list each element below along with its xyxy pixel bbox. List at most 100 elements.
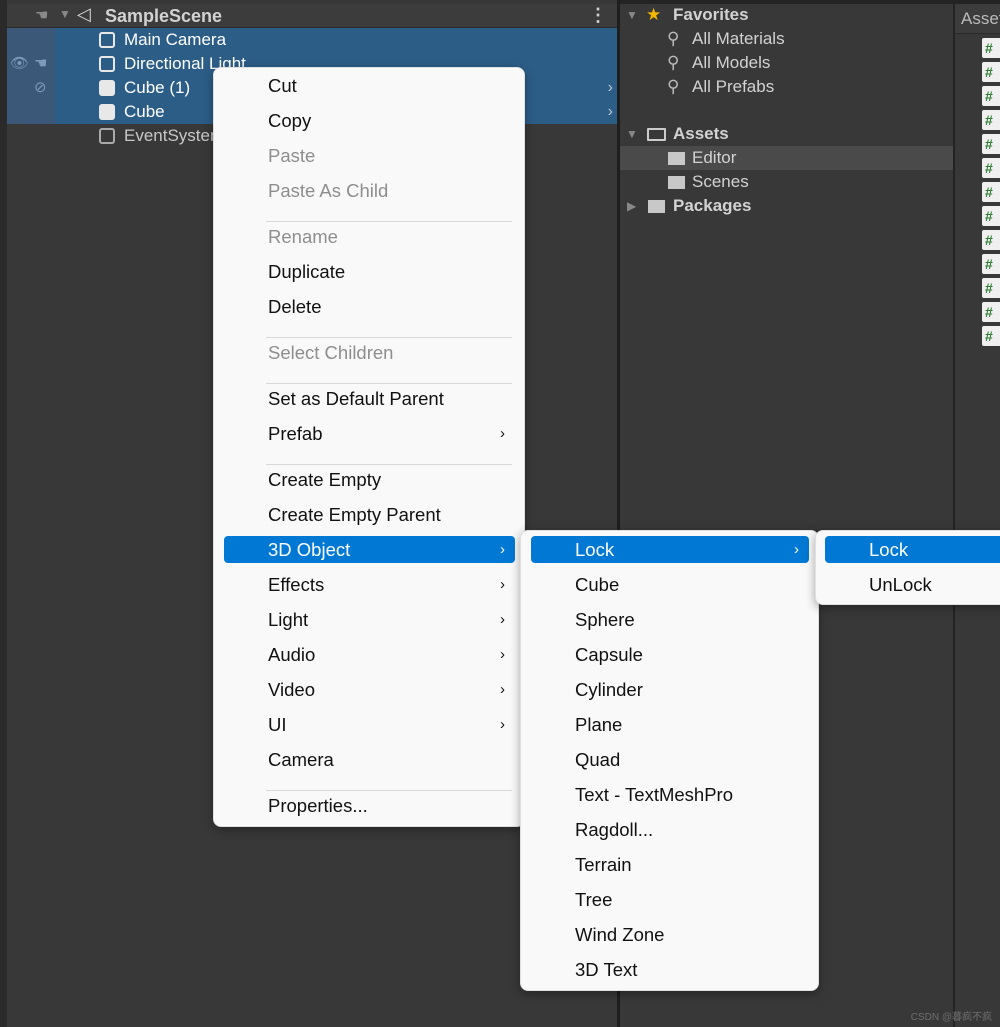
menu-item-label: Capsule — [575, 644, 643, 665]
script-file-icon[interactable]: # — [982, 134, 1000, 154]
visibility-eye-icon[interactable]: 👁 — [10, 54, 29, 72]
menu-item-label: Select Children — [268, 342, 394, 363]
menu-item-unlock[interactable]: UnLock — [825, 571, 1000, 598]
menu-item-text-textmeshpro[interactable]: Text - TextMeshPro — [531, 781, 809, 808]
script-file-icon[interactable]: # — [982, 302, 1000, 322]
packages-row[interactable]: ▶ Packages — [620, 194, 953, 218]
menu-item-label: UnLock — [869, 574, 932, 595]
menu-separator — [266, 464, 512, 465]
chevron-right-icon[interactable]: › — [608, 76, 613, 100]
menu-item-label: Prefab — [268, 423, 323, 444]
menu-item-set-as-default-parent[interactable]: Set as Default Parent — [224, 385, 515, 412]
assets-row[interactable]: ▼ Assets — [620, 122, 953, 146]
chevron-right-icon: › — [500, 425, 505, 442]
menu-item-label: Paste As Child — [268, 180, 389, 201]
menu-item-create-empty[interactable]: Create Empty — [224, 466, 515, 493]
menu-item-label: Paste — [268, 145, 316, 166]
menu-item-light[interactable]: Light › — [224, 606, 515, 633]
menu-item-quad[interactable]: Quad — [531, 746, 809, 773]
chevron-right-icon: › — [500, 716, 505, 733]
menu-item-label: Copy — [268, 110, 312, 131]
menu-item-wind-zone[interactable]: Wind Zone — [531, 921, 809, 948]
row-gutter[interactable] — [7, 28, 55, 52]
menu-item-label: Quad — [575, 749, 621, 770]
script-file-icon[interactable]: # — [982, 278, 1000, 298]
script-file-icon[interactable]: # — [982, 254, 1000, 274]
menu-item-terrain[interactable]: Terrain — [531, 851, 809, 878]
menu-item-label: Create Empty — [268, 469, 382, 490]
script-file-icon[interactable]: # — [982, 326, 1000, 346]
star-icon: ★ — [646, 5, 662, 24]
favorite-item[interactable]: ⚲ All Materials — [620, 27, 953, 51]
menu-item-capsule[interactable]: Capsule — [531, 641, 809, 668]
chevron-right-icon[interactable]: › — [608, 100, 613, 124]
expand-arrow-icon[interactable]: ▼ — [626, 3, 638, 27]
menu-item-label: Terrain — [575, 854, 632, 875]
favorites-row[interactable]: ▼ ★ Favorites — [620, 3, 953, 27]
menu-item-label: 3D Object — [268, 539, 351, 560]
hierarchy-item-label: Cube — [124, 102, 165, 121]
menu-item-delete[interactable]: Delete — [224, 293, 515, 320]
script-file-icon[interactable]: # — [982, 38, 1000, 58]
expand-arrow-icon[interactable]: ▶ — [627, 194, 636, 218]
script-file-icon[interactable]: # — [982, 86, 1000, 106]
menu-item-paste-as-child: Paste As Child — [224, 177, 515, 204]
menu-item-ragdoll[interactable]: Ragdoll... — [531, 816, 809, 843]
menu-item-cube[interactable]: Cube — [531, 571, 809, 598]
assets-tab[interactable]: Assets — [955, 4, 1000, 34]
menu-item-effects[interactable]: Effects › — [224, 571, 515, 598]
context-menu: Cut Copy Paste Paste As Child Rename Duplicat… — [213, 67, 525, 827]
row-gutter[interactable] — [7, 76, 55, 100]
folder-icon — [648, 200, 665, 213]
hierarchy-item[interactable]: Main Camera — [7, 28, 617, 52]
menu-item-sphere[interactable]: Sphere — [531, 606, 809, 633]
pickable-icon[interactable]: ☚ — [35, 6, 48, 24]
favorite-label: All Materials — [692, 29, 785, 48]
hierarchy-scene-header[interactable]: ☚ ▼ ◁ SampleScene ⋮ — [7, 4, 617, 28]
menu-item-ui[interactable]: UI › — [224, 711, 515, 738]
menu-item-label: Sphere — [575, 609, 635, 630]
chevron-right-icon: › — [500, 646, 505, 663]
cube-solid-icon — [99, 104, 115, 120]
row-gutter[interactable] — [7, 100, 55, 124]
more-options-icon[interactable]: ⋮ — [589, 4, 607, 26]
left-edge — [0, 0, 7, 1027]
folder-item-editor[interactable]: Editor — [620, 146, 953, 170]
cube-solid-icon — [99, 80, 115, 96]
script-file-icon[interactable]: # — [982, 182, 1000, 202]
menu-item-video[interactable]: Video › — [224, 676, 515, 703]
pick-hand-icon[interactable]: ☚ — [34, 54, 47, 72]
menu-item-lock[interactable]: Lock › — [531, 536, 809, 563]
folder-label: Editor — [692, 148, 737, 167]
menu-item-cut[interactable]: Cut — [224, 72, 515, 99]
menu-item-audio[interactable]: Audio › — [224, 641, 515, 668]
expand-arrow-icon[interactable]: ▼ — [626, 122, 638, 146]
search-icon: ⚲ — [667, 53, 680, 72]
favorite-item[interactable]: ⚲ All Models — [620, 51, 953, 75]
menu-item-prefab[interactable]: Prefab › — [224, 420, 515, 447]
menu-item-tree[interactable]: Tree — [531, 886, 809, 913]
script-file-icon[interactable]: # — [982, 206, 1000, 226]
collapse-arrow-icon[interactable]: ▼ — [59, 7, 71, 21]
script-file-icon[interactable]: # — [982, 62, 1000, 82]
menu-item-lock[interactable]: Lock — [825, 536, 1000, 563]
menu-item-camera[interactable]: Camera — [224, 746, 515, 773]
menu-separator — [266, 221, 512, 222]
favorite-item[interactable]: ⚲ All Prefabs — [620, 75, 953, 99]
menu-item-create-empty-parent[interactable]: Create Empty Parent — [224, 501, 515, 528]
script-file-icon[interactable]: # — [982, 158, 1000, 178]
3d-object-submenu: Lock › Cube Sphere Capsule Cylinder Plane Quad T… — [520, 530, 819, 991]
menu-item-copy[interactable]: Copy — [224, 107, 515, 134]
menu-item-3d-text[interactable]: 3D Text — [531, 956, 809, 983]
menu-item-plane[interactable]: Plane — [531, 711, 809, 738]
script-file-icon[interactable]: # — [982, 230, 1000, 250]
folder-item-scenes[interactable]: Scenes — [620, 170, 953, 194]
menu-item-properties[interactable]: Properties... — [224, 792, 515, 819]
pick-disabled-icon[interactable]: ⊘ — [34, 78, 47, 96]
menu-item-duplicate[interactable]: Duplicate — [224, 258, 515, 285]
menu-item-cylinder[interactable]: Cylinder — [531, 676, 809, 703]
menu-item-3d-object[interactable]: 3D Object › — [224, 536, 515, 563]
menu-item-label: Text - TextMeshPro — [575, 784, 733, 805]
script-file-icon[interactable]: # — [982, 110, 1000, 130]
menu-item-label: Lock — [869, 539, 909, 560]
